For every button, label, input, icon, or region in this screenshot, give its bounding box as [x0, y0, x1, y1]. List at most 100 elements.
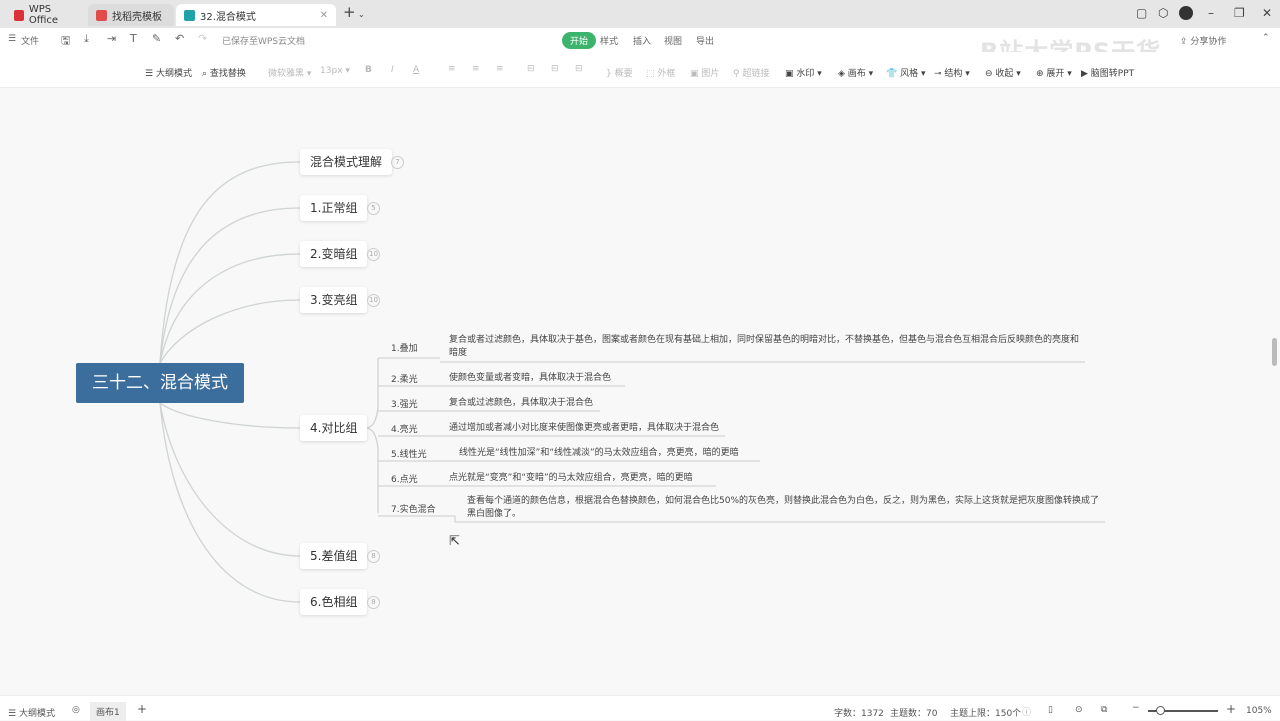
branch-topic[interactable]: 4.对比组 [300, 415, 368, 441]
new-tab-icon[interactable]: + [343, 3, 356, 21]
sub-topic-description[interactable]: 线性光是“线性加深”和“线性减淡”的马太效应组合，亮更亮，暗的更暗 [459, 447, 739, 460]
expand-button[interactable]: ⊕ 展开 ▾ [1036, 66, 1072, 79]
child-count-badge[interactable]: 10 [367, 248, 380, 261]
align-left-icon[interactable]: ≡ [448, 64, 456, 74]
menu-insert[interactable]: 插入 [633, 34, 651, 47]
tab-templates[interactable]: 找稻壳模板 [88, 4, 174, 26]
zoom-in-icon[interactable]: + [1226, 702, 1236, 716]
label: 概要 [614, 69, 633, 79]
branch-topic[interactable]: 混合模式理解 [300, 149, 393, 175]
sub-topic-description[interactable]: 查看每个通道的颜色信息，根据混合色替换颜色，如何混合色比50%的灰色亮，则替换此… [467, 495, 1107, 521]
mindmap-canvas[interactable]: 三十二、混合模式 混合模式理解 7 1.正常组 5 2.变暗组 10 3.变亮组 10 4.对比… [0, 88, 1280, 695]
sub-topic[interactable]: 6.点光 [391, 472, 418, 485]
image-button[interactable]: ▣ 图片 [690, 66, 719, 79]
font-size-select[interactable]: 13px ▾ [320, 66, 350, 76]
sub-topic-description[interactable]: 通过增加或者减小对比度来使图像更亮或者更暗，具体取决于混合色 [449, 422, 719, 435]
insert-sibling-icon[interactable]: ⊟ [551, 64, 559, 74]
menu-style[interactable]: 样式 [600, 34, 618, 47]
sub-topic[interactable]: 1.叠加 [391, 341, 418, 354]
book-icon[interactable]: ⧉ [1101, 705, 1107, 715]
ribbon-toolbar: ☰ 大纲模式 ⌕ 查找替换 微软雅黑 ▾ 13px ▾ B I A ≡ ≡ ≡ … [0, 52, 1280, 88]
child-count-badge[interactable]: 5 [367, 202, 380, 215]
restore-icon[interactable]: ❐ [1234, 6, 1245, 20]
summary-button[interactable]: } 概要 [606, 66, 633, 79]
menu-start[interactable]: 开始 [562, 32, 597, 49]
topic-count: 主题数：70 [890, 709, 938, 719]
sub-topic-description[interactable]: 复合或过滤颜色，具体取决于混合色 [449, 397, 593, 410]
file-menu[interactable]: 文件 [21, 34, 39, 47]
avatar[interactable] [1179, 6, 1193, 20]
branch-topic[interactable]: 5.差值组 [300, 543, 368, 569]
share-label: 分享协作 [1190, 37, 1227, 47]
help-icon[interactable]: ⓘ [1022, 705, 1031, 718]
menu-view[interactable]: 视图 [664, 34, 682, 47]
collapse-ribbon-icon[interactable]: ⌃ [1262, 33, 1270, 43]
root-topic[interactable]: 三十二、混合模式 [76, 363, 244, 403]
insert-child-icon[interactable]: ⊟ [527, 64, 535, 74]
sub-topic-description[interactable]: 复合或者过滤颜色，具体取决于基色，图案或者颜色在现有基础上相加，同时保留基色的明… [449, 334, 1081, 360]
chevron-down-icon[interactable]: ⌄ [358, 10, 365, 19]
structure-button[interactable]: ⊸ 结构 ▾ [934, 66, 970, 79]
frame-button[interactable]: ⬚ 外框 [646, 66, 675, 79]
sub-topic[interactable]: 3.强光 [391, 397, 418, 410]
align-right-icon[interactable]: ≡ [496, 64, 504, 74]
insert-parent-icon[interactable]: ⊟ [575, 64, 583, 74]
italic-button[interactable]: I [391, 65, 394, 75]
format-painter-icon[interactable]: T [130, 32, 137, 45]
mouse-cursor-icon: ⇱ [449, 534, 460, 549]
zoom-slider[interactable] [1148, 706, 1218, 715]
child-count-badge[interactable]: 8 [367, 550, 380, 563]
child-count-badge[interactable]: 7 [391, 156, 404, 169]
add-sheet-icon[interactable]: + [137, 702, 147, 716]
collapse-button[interactable]: ⊖ 收起 ▾ [985, 66, 1021, 79]
hyperlink-button[interactable]: ⚲ 超链接 [733, 66, 769, 79]
branch-topic[interactable]: 3.变亮组 [300, 287, 368, 313]
page-icon[interactable]: ▯ [1048, 705, 1053, 715]
branch-topic[interactable]: 6.色相组 [300, 589, 368, 615]
sub-topic[interactable]: 4.亮光 [391, 422, 418, 435]
align-center-icon[interactable]: ≡ [472, 64, 480, 74]
branch-topic[interactable]: 2.变暗组 [300, 241, 368, 267]
undo-icon[interactable]: ↶ [175, 32, 184, 45]
branch-topic[interactable]: 1.正常组 [300, 195, 368, 221]
tab-wps-office[interactable]: WPS Office [6, 4, 86, 26]
vertical-scrollbar[interactable] [1272, 338, 1277, 366]
watermark-button[interactable]: ▣ 水印 ▾ [785, 66, 822, 79]
download-icon[interactable]: ⤓ [84, 32, 89, 46]
zoom-out-icon[interactable]: − [1132, 703, 1140, 713]
zoom-slider-handle[interactable] [1156, 706, 1165, 715]
close-tab-icon[interactable]: ✕ [320, 10, 328, 21]
child-count-badge[interactable]: 8 [367, 596, 380, 609]
find-replace-button[interactable]: ⌕ 查找替换 [202, 66, 246, 79]
share-button[interactable]: ⇪ 分享协作 [1180, 34, 1226, 47]
save-icon[interactable]: 🖫 [61, 32, 70, 51]
style-button[interactable]: 👕 风格 ▾ [886, 66, 925, 79]
sub-topic-description[interactable]: 使颜色变量或者变暗，具体取决于混合色 [449, 372, 611, 385]
outline-mode-button[interactable]: ☰ 大纲模式 [145, 66, 192, 79]
sub-topic[interactable]: 7.实色混合 [391, 502, 436, 515]
bold-button[interactable]: B [365, 65, 372, 75]
window-icon[interactable]: ▢ [1136, 6, 1147, 20]
export-icon[interactable]: ⇥ [107, 32, 116, 45]
child-count-badge[interactable]: 10 [367, 294, 380, 307]
sub-topic[interactable]: 2.柔光 [391, 372, 418, 385]
sub-topic[interactable]: 5.线性光 [391, 447, 427, 460]
font-color-button[interactable]: A [413, 65, 419, 75]
label: 大纲模式 [155, 69, 192, 79]
font-select[interactable]: 微软雅黑 ▾ [268, 66, 311, 79]
to-ppt-button[interactable]: ▶ 脑图转PPT [1081, 66, 1134, 79]
sub-topic-description[interactable]: 点光就是“变亮”和“变暗”的马太效应组合，亮更亮，暗的更暗 [449, 472, 693, 485]
layers-icon[interactable]: ◎ [72, 705, 80, 715]
minimize-icon[interactable]: – [1208, 6, 1214, 20]
canvas-button[interactable]: ◈ 画布 ▾ [838, 66, 873, 79]
menu-export[interactable]: 导出 [696, 34, 714, 47]
close-window-icon[interactable]: ✕ [1262, 6, 1272, 20]
pen-icon[interactable]: ✎ [152, 32, 161, 45]
cube-icon[interactable]: ⬡ [1158, 6, 1168, 20]
tab-active-document[interactable]: 32.混合模式 ✕ [176, 4, 336, 26]
outline-mode-button[interactable]: ☰ 大纲模式 [8, 706, 55, 719]
menu-icon[interactable]: ☰ [8, 34, 16, 44]
redo-icon[interactable]: ↷ [198, 32, 207, 45]
locate-icon[interactable]: ⊙ [1075, 705, 1083, 715]
sheet-tab[interactable]: 画布1 [90, 702, 126, 721]
